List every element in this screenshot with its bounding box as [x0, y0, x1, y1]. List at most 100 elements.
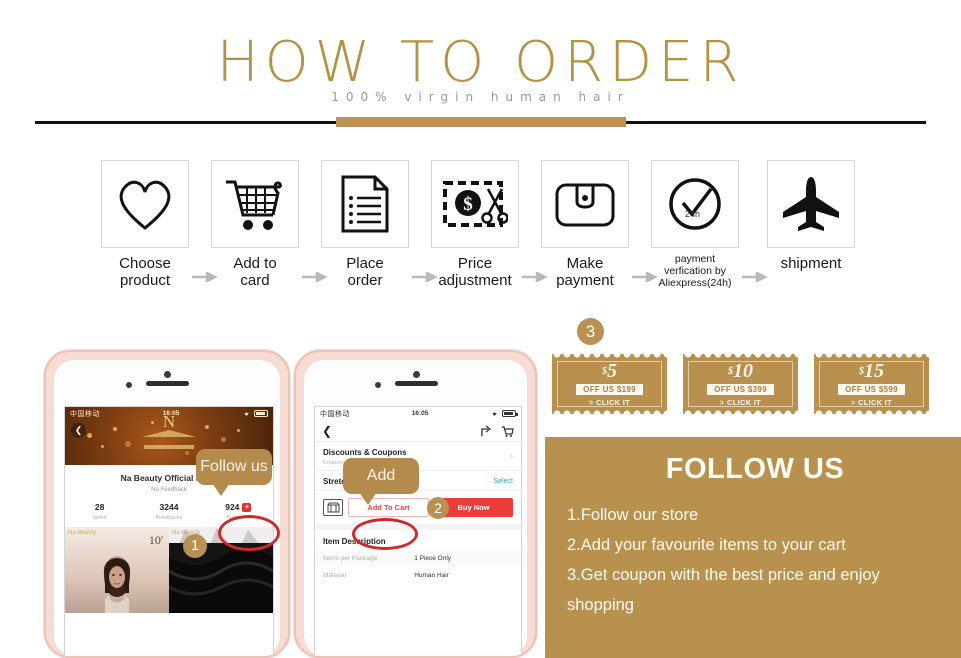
step-label: Place order [319, 255, 411, 289]
follow-us-panel: FOLLOW US 1.Follow our store 2.Add your … [545, 437, 961, 658]
step-label: Add to card [209, 255, 301, 289]
product-thumb-wig[interactable]: Na Beauty 10' [65, 527, 169, 613]
step-label-line2: verfication by [664, 265, 726, 277]
table-row: Material Human Hair [315, 567, 521, 584]
carrier-label: 中国移动 [320, 410, 350, 418]
phone-speaker-icon [395, 381, 438, 386]
coupon-cta[interactable]: > CLICK IT [851, 398, 892, 407]
step-badge-2: 2 [427, 497, 449, 519]
svg-text:24h: 24h [685, 209, 700, 219]
battery-icon [502, 410, 518, 417]
desc-key: Material [323, 572, 347, 579]
phone-mockup-store: 中国移动 16:05 ❮ N Na Beauty Official Store … [44, 350, 290, 658]
coupon-card[interactable]: $15 OFF US $599 > CLICK IT [814, 354, 929, 414]
step-badge-3: 3 [577, 318, 604, 345]
phone-speaker-icon [146, 381, 189, 386]
step-label-line2: adjustment [438, 272, 512, 289]
status-icons [242, 410, 270, 417]
cart-icon[interactable] [501, 425, 514, 438]
badge-label: 1 [190, 537, 200, 554]
page-header: HOW TO ORDER 100% virgin human hair [0, 0, 961, 140]
shopping-cart-icon [211, 160, 299, 248]
battery-icon [254, 410, 270, 417]
length-label: 10' [148, 533, 163, 547]
highlight-ellipse-followers [218, 515, 280, 551]
coupon-amount: $5 [602, 361, 617, 382]
document-icon [321, 160, 409, 248]
phone-camera-icon [164, 371, 171, 378]
store-feedback-label: No Feedback [151, 487, 187, 493]
step-label-line2: card [240, 272, 270, 289]
step-label: shipment [765, 255, 857, 272]
step-label-line1: shipment [780, 255, 842, 272]
table-row: Items per Package 1 Piece Only [315, 550, 521, 567]
step-label-line2: product [119, 272, 171, 289]
follow-plus-button[interactable]: + [242, 503, 252, 512]
step-arrow-icon [742, 272, 768, 282]
step-label-line2: payment [556, 272, 614, 289]
coupon-amount: $10 [728, 361, 753, 382]
coupon-card[interactable]: $5 OFF US $199 > CLICK IT [552, 354, 667, 414]
wig-photo [103, 556, 131, 613]
step-label-line1: Place [346, 255, 384, 272]
watermark-label: Na Beauty [68, 530, 97, 536]
store-icon[interactable] [323, 499, 343, 516]
coupon-list: $5 OFF US $199 > CLICK IT $10 OFF US $39… [552, 354, 929, 414]
coupon-value: 15 [864, 360, 884, 382]
desc-value: Human Hair [414, 572, 449, 579]
follow-us-title: FOLLOW US [665, 453, 845, 485]
stat-value: 28 [94, 502, 105, 512]
clock-check-icon: 24h [651, 160, 739, 248]
callout-follow-us: Follow us [196, 449, 272, 496]
purchase-actions: Add To Cart Buy Now [315, 491, 521, 524]
stat-feedbacks: 3244 Feedbacks [134, 502, 203, 521]
coupon-value: 5 [607, 360, 617, 382]
callout-add: Add [343, 458, 419, 505]
coupon-card[interactable]: $10 OFF US $399 > CLICK IT [683, 354, 798, 414]
step-label: Make payment [539, 255, 631, 289]
airplane-icon [767, 160, 855, 248]
coupon-inner: $10 OFF US $399 > CLICK IT [688, 361, 793, 407]
coupon-inner: $5 OFF US $199 > CLICK IT [557, 361, 662, 407]
step-label-line1: Add to [233, 255, 277, 272]
coupon-cta[interactable]: > CLICK IT [589, 398, 630, 407]
highlight-ellipse-add-to-cart [352, 518, 418, 550]
back-chevron-icon[interactable]: ❮ [71, 423, 86, 438]
heart-icon [101, 160, 189, 248]
phone-sensor-icon [375, 382, 381, 388]
callout-label: Add [366, 467, 396, 484]
step-choose-product: Choose product [99, 160, 191, 289]
callout-label: Follow us [200, 458, 268, 475]
step-payment-verification: 24h payment verfication by Aliexpress(24… [649, 160, 741, 289]
svg-text:$: $ [463, 194, 473, 215]
coupon-condition: OFF US $199 [576, 384, 643, 395]
follow-us-step: shopping [567, 596, 634, 614]
step-label-line1: Price [457, 255, 493, 272]
coupon-inner: $15 OFF US $599 > CLICK IT [819, 361, 924, 407]
step-label-line1: Make [566, 255, 604, 272]
step-label-line1: payment [674, 253, 716, 265]
status-bar: 中国移动 16:05 [315, 407, 521, 420]
step-label-line2: order [347, 272, 383, 289]
coupon-value: 10 [733, 360, 753, 382]
desc-value: 1 Piece Only [414, 555, 452, 562]
order-steps: Choose product Add to card Place order $… [0, 160, 961, 300]
select-link[interactable]: Select [494, 478, 513, 485]
step-place-order: Place order [319, 160, 411, 289]
back-chevron-icon[interactable]: ❮ [322, 424, 332, 438]
chevron-right-icon[interactable]: › [510, 451, 513, 461]
stat-label: Feedbacks [155, 515, 183, 521]
follow-us-step: 3.Get coupon with the best price and enj… [567, 566, 880, 584]
share-icon[interactable] [480, 424, 493, 438]
coupon-cta[interactable]: > CLICK IT [720, 398, 761, 407]
product-screen: 中国移动 16:05 ❮ Discounts & Coupons Coupons… [314, 406, 522, 656]
store-logo-crest-icon [142, 430, 196, 449]
phone-mockup-product: 中国移动 16:05 ❮ Discounts & Coupons Coupons… [294, 350, 537, 658]
step-add-to-cart: Add to card [209, 160, 301, 289]
badge-label: 2 [434, 500, 442, 516]
desc-key: Items per Package [323, 555, 378, 562]
header-divider-accent [336, 117, 626, 127]
step-label: Price adjustment [429, 255, 521, 289]
price-cut-icon: $ [431, 160, 519, 248]
step-label-line1: Choose [119, 255, 171, 272]
